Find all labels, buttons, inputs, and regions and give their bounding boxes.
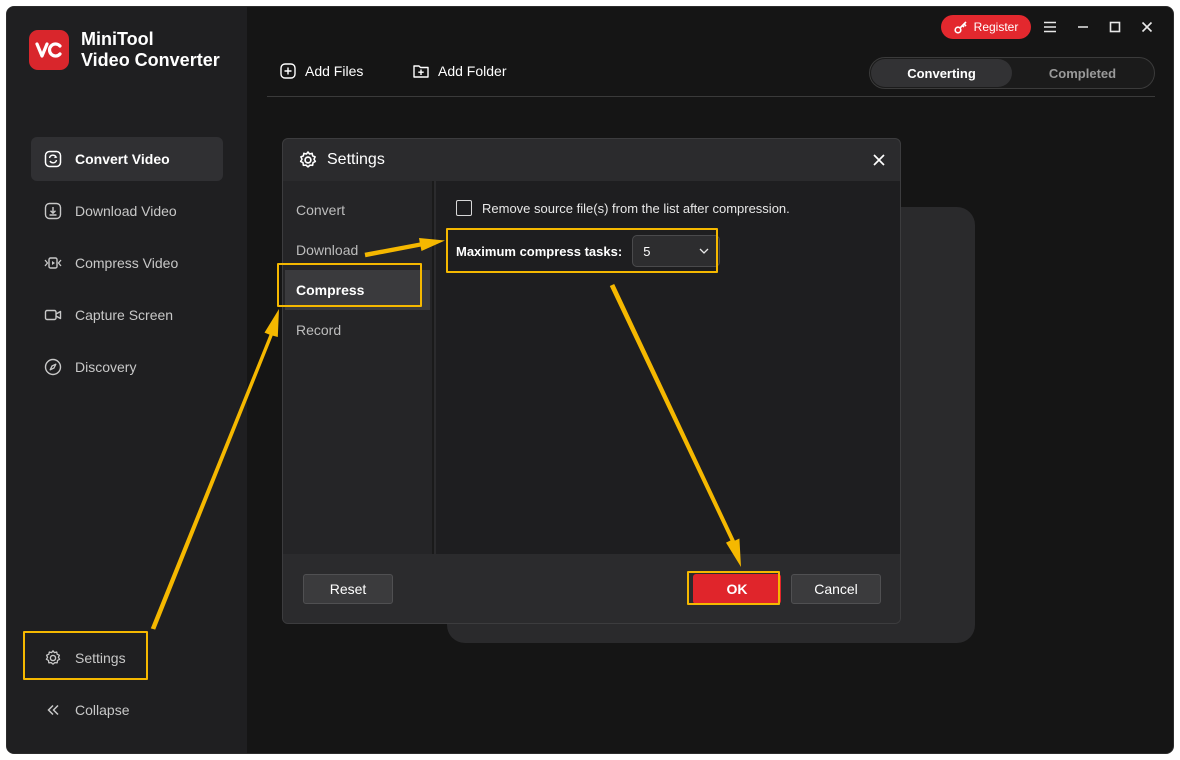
reset-button[interactable]: Reset <box>303 574 393 604</box>
tab-compress[interactable]: Compress <box>285 270 430 310</box>
cancel-button[interactable]: Cancel <box>791 574 881 604</box>
max-tasks-select[interactable]: 5 <box>632 235 721 267</box>
status-tabs: Converting Completed <box>869 57 1155 89</box>
chevron-double-left-icon <box>43 700 63 720</box>
add-folder-label: Add Folder <box>438 63 507 79</box>
settings-button[interactable]: Settings <box>31 638 223 678</box>
convert-icon <box>43 149 63 169</box>
sidebar-item-label: Discovery <box>75 359 137 375</box>
tab-download[interactable]: Download <box>283 230 432 270</box>
settings-dialog: Settings Convert Download Compress Recor… <box>282 138 901 624</box>
collapse-label: Collapse <box>75 702 130 718</box>
gear-icon <box>43 648 63 668</box>
register-label: Register <box>973 20 1019 34</box>
app-window: MiniTool Video Converter Convert Video D… <box>6 6 1174 754</box>
dialog-tabs: Convert Download Compress Record <box>283 181 434 554</box>
sidebar-item-convert-video[interactable]: Convert Video <box>31 137 223 181</box>
tab-completed[interactable]: Completed <box>1012 59 1153 87</box>
close-icon <box>873 154 885 166</box>
chevron-down-icon <box>699 248 709 254</box>
sidebar-item-label: Convert Video <box>75 151 170 167</box>
close-icon <box>1141 21 1153 33</box>
max-tasks-value: 5 <box>643 243 651 259</box>
download-icon <box>43 201 63 221</box>
sidebar: MiniTool Video Converter Convert Video D… <box>7 7 247 753</box>
remove-source-label: Remove source file(s) from the list afte… <box>482 200 790 216</box>
dialog-footer: Reset OK Cancel <box>283 554 900 623</box>
tab-record[interactable]: Record <box>283 310 432 350</box>
add-folder-icon <box>413 63 429 79</box>
brand-name-line1: MiniTool <box>81 29 154 49</box>
sidebar-item-label: Compress Video <box>75 255 179 271</box>
maximize-button[interactable] <box>1105 17 1125 37</box>
dialog-title: Settings <box>327 151 385 168</box>
add-folder-button[interactable]: Add Folder <box>413 63 506 79</box>
brand: MiniTool Video Converter <box>29 29 220 71</box>
tab-convert[interactable]: Convert <box>283 190 432 230</box>
app-logo-icon <box>29 30 69 70</box>
add-files-button[interactable]: Add Files <box>280 63 363 79</box>
sidebar-nav: Convert Video Download Video Compress Vi… <box>31 137 223 397</box>
collapse-button[interactable]: Collapse <box>31 690 223 730</box>
add-file-icon <box>280 63 296 79</box>
sidebar-item-label: Download Video <box>75 203 177 219</box>
maximize-icon <box>1109 21 1121 33</box>
sidebar-item-download-video[interactable]: Download Video <box>31 189 223 233</box>
gear-icon <box>298 150 318 170</box>
minimize-icon <box>1078 26 1088 28</box>
max-tasks-row: Maximum compress tasks: 5 <box>456 235 721 267</box>
sidebar-item-discovery[interactable]: Discovery <box>31 345 223 389</box>
key-icon <box>954 20 968 34</box>
camera-icon <box>43 305 63 325</box>
dialog-header: Settings <box>283 139 900 181</box>
compress-settings-panel: Remove source file(s) from the list afte… <box>436 181 900 554</box>
minimize-button[interactable] <box>1073 17 1093 37</box>
add-files-label: Add Files <box>305 63 364 79</box>
menu-icon <box>1044 21 1056 33</box>
settings-label: Settings <box>75 650 126 666</box>
menu-button[interactable] <box>1040 17 1060 37</box>
remove-source-row: Remove source file(s) from the list afte… <box>456 200 790 216</box>
dialog-close-button[interactable] <box>868 149 890 171</box>
register-button[interactable]: Register <box>941 15 1031 39</box>
toolbar-divider <box>267 96 1155 97</box>
remove-source-checkbox[interactable] <box>456 200 472 216</box>
brand-name-line2: Video Converter <box>81 50 220 70</box>
close-window-button[interactable] <box>1137 17 1157 37</box>
compress-icon <box>43 253 63 273</box>
ok-button[interactable]: OK <box>693 574 781 604</box>
sidebar-item-compress-video[interactable]: Compress Video <box>31 241 223 285</box>
sidebar-item-capture-screen[interactable]: Capture Screen <box>31 293 223 337</box>
compass-icon <box>43 357 63 377</box>
sidebar-item-label: Capture Screen <box>75 307 174 323</box>
tab-converting[interactable]: Converting <box>871 59 1012 87</box>
max-tasks-label: Maximum compress tasks: <box>456 243 623 259</box>
